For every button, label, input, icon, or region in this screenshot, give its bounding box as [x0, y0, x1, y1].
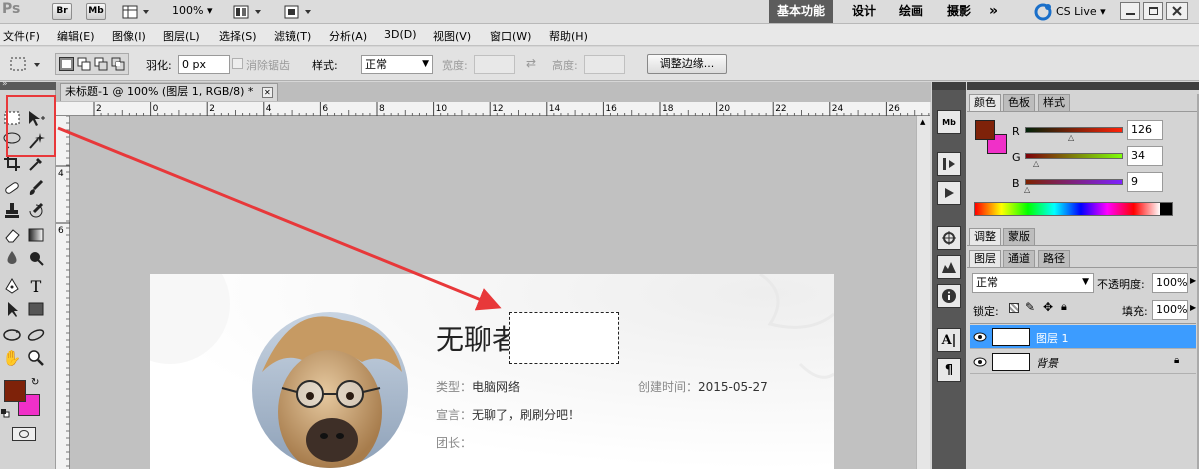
blend-mode-value: 正常	[976, 276, 998, 289]
lock-position-icon[interactable]: ✥	[1043, 300, 1053, 314]
adjustments-panel-tabs: 调整 蒙版	[967, 228, 1199, 246]
green-slider-thumb-icon[interactable]: △	[1033, 159, 1039, 168]
green-slider[interactable]	[1025, 153, 1123, 159]
lock-all-icon[interactable]: 🔒︎	[1061, 300, 1067, 314]
history-panel-icon[interactable]	[937, 152, 961, 176]
layer-visibility-eye-icon[interactable]	[973, 330, 987, 344]
actions-panel-icon[interactable]	[937, 181, 961, 205]
info-panel-icon[interactable]	[937, 284, 961, 308]
blue-value-input[interactable]: 9	[1127, 172, 1163, 192]
layer-row[interactable]: 背景 🔒︎	[970, 350, 1196, 374]
fill-label: 填充:	[1122, 305, 1148, 318]
opacity-label: 不透明度:	[1097, 278, 1145, 291]
tab-color[interactable]: 颜色	[969, 94, 1001, 111]
layer-row[interactable]: 图层 1	[970, 325, 1196, 349]
tab-swatches[interactable]: 色板	[1003, 94, 1035, 111]
green-label: G	[1012, 151, 1021, 164]
red-value-input[interactable]: 126	[1127, 120, 1163, 140]
fill-dropdown-icon[interactable]: ▶	[1190, 303, 1196, 312]
layer-thumbnail	[992, 353, 1030, 371]
panel-icon-strip: Mb A| ¶	[932, 82, 966, 469]
tab-channels[interactable]: 通道	[1003, 250, 1035, 267]
color-spectrum-ramp[interactable]	[974, 202, 1173, 216]
color-panel: 颜色 色板 样式 R △ 126 G △ 34 B △ 9	[967, 94, 1199, 226]
tab-paths[interactable]: 路径	[1038, 250, 1070, 267]
navigator-panel-icon[interactable]	[937, 226, 961, 250]
character-panel-icon[interactable]: A|	[937, 328, 961, 352]
chevron-down-icon: ▼	[1082, 277, 1089, 287]
layers-panel: 图层 通道 路径 正常 ▼ 不透明度: 100% ▶ 锁定: ✎ ✥ 🔒︎ 填充…	[967, 250, 1199, 469]
layer-visibility-eye-icon[interactable]	[973, 355, 987, 369]
opacity-input[interactable]: 100%	[1152, 273, 1188, 293]
blue-slider-thumb-icon[interactable]: △	[1024, 185, 1030, 194]
tab-layers[interactable]: 图层	[969, 250, 1001, 267]
panel-dock-header[interactable]	[967, 82, 1199, 90]
red-label: R	[1012, 125, 1020, 138]
layer-lock-icon: 🔒︎	[1174, 355, 1180, 366]
fill-input[interactable]: 100%	[1152, 300, 1188, 320]
blend-mode-select[interactable]: 正常 ▼	[972, 273, 1094, 293]
paragraph-panel-icon[interactable]: ¶	[937, 358, 961, 382]
panel-dock: 颜色 色板 样式 R △ 126 G △ 34 B △ 9 调整 蒙版 图层 通…	[967, 82, 1199, 469]
layer-thumbnail	[992, 328, 1030, 346]
tab-masks[interactable]: 蒙版	[1003, 228, 1035, 245]
lock-image-icon[interactable]: ✎	[1025, 300, 1035, 314]
tab-adjustments[interactable]: 调整	[969, 228, 1001, 245]
blue-slider[interactable]	[1025, 179, 1123, 185]
layer-name[interactable]: 图层 1	[1036, 330, 1069, 346]
mini-bridge-panel-icon[interactable]: Mb	[937, 110, 961, 134]
opacity-dropdown-icon[interactable]: ▶	[1190, 276, 1196, 285]
layer-name[interactable]: 背景	[1036, 355, 1058, 371]
blue-label: B	[1012, 177, 1020, 190]
red-slider-thumb-icon[interactable]: △	[1068, 133, 1074, 142]
color-panel-fg-overlay[interactable]	[975, 120, 995, 140]
green-value-input[interactable]: 34	[1127, 146, 1163, 166]
icon-strip-header[interactable]	[932, 82, 966, 90]
lock-transparent-icon[interactable]	[1009, 303, 1019, 313]
histogram-panel-icon[interactable]	[937, 255, 961, 279]
tab-styles[interactable]: 样式	[1038, 94, 1070, 111]
lock-label: 锁定:	[973, 305, 999, 318]
